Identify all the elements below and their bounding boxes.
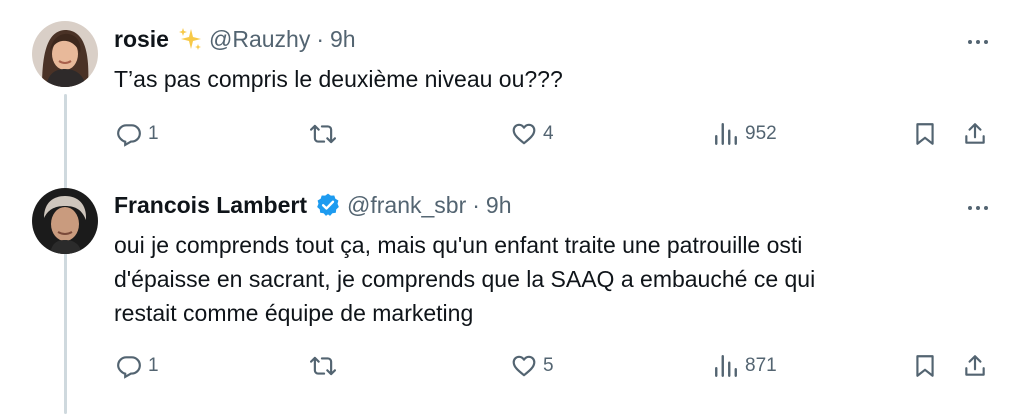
timestamp[interactable]: 9h	[486, 192, 512, 219]
tweet-header: rosie @Rauzhy · 9h	[114, 24, 356, 54]
retweet-icon	[310, 124, 336, 144]
sparkles-icon	[178, 28, 201, 50]
bookmark-icon	[916, 123, 934, 145]
avatar[interactable]	[32, 21, 98, 87]
views-button[interactable]: 952	[713, 118, 777, 150]
avatar-image	[32, 21, 98, 87]
retweet-icon	[310, 356, 336, 376]
like-count: 4	[543, 123, 554, 144]
timestamp[interactable]: 9h	[330, 26, 356, 53]
like-count: 5	[543, 355, 554, 376]
views-count: 952	[745, 123, 777, 144]
reply-button[interactable]: 1	[116, 350, 159, 382]
share-button[interactable]	[962, 118, 988, 150]
heart-icon	[512, 123, 536, 145]
tweet-header: Francois Lambert @frank_sbr · 9h	[114, 190, 512, 220]
bookmark-button[interactable]	[912, 118, 938, 150]
retweet-button[interactable]	[310, 118, 342, 150]
share-button[interactable]	[962, 350, 988, 382]
more-options-icon[interactable]	[962, 198, 994, 218]
author-name[interactable]: Francois Lambert	[114, 192, 307, 219]
reply-icon	[117, 124, 141, 147]
like-button[interactable]: 5	[511, 350, 554, 382]
reply-count: 1	[148, 355, 159, 376]
heart-icon	[512, 355, 536, 377]
views-button[interactable]: 871	[713, 350, 777, 382]
separator-dot: ·	[316, 25, 324, 52]
share-icon	[965, 123, 985, 144]
tweet[interactable]: Francois Lambert @frank_sbr · 9h oui je …	[0, 180, 1024, 414]
author-handle[interactable]: @frank_sbr	[347, 192, 466, 219]
author-handle[interactable]: @Rauzhy	[209, 26, 310, 53]
bookmark-icon	[916, 355, 934, 377]
author-name[interactable]: rosie	[114, 26, 169, 53]
views-icon	[715, 355, 737, 377]
verified-badge-icon	[317, 193, 339, 216]
reply-count: 1	[148, 123, 159, 144]
reply-icon	[117, 356, 141, 379]
avatar-image	[32, 188, 98, 254]
like-button[interactable]: 4	[511, 118, 554, 150]
more-options-icon[interactable]	[962, 32, 994, 52]
tweet-text: oui je comprends tout ça, mais qu'un enf…	[114, 232, 816, 326]
views-icon	[715, 123, 737, 145]
views-count: 871	[745, 355, 777, 376]
tweet-actions: 1 4 952	[0, 118, 1024, 150]
share-icon	[965, 355, 985, 376]
bookmark-button[interactable]	[912, 350, 938, 382]
retweet-button[interactable]	[310, 350, 342, 382]
tweet-text: T’as pas compris le deuxième niveau ou??…	[114, 66, 563, 92]
reply-button[interactable]: 1	[116, 118, 159, 150]
separator-dot: ·	[472, 191, 480, 218]
tweet[interactable]: rosie @Rauzhy · 9h T’as pas compris le d…	[0, 0, 1024, 180]
tweet-actions: 1 5 871	[0, 350, 1024, 382]
avatar[interactable]	[32, 188, 98, 254]
